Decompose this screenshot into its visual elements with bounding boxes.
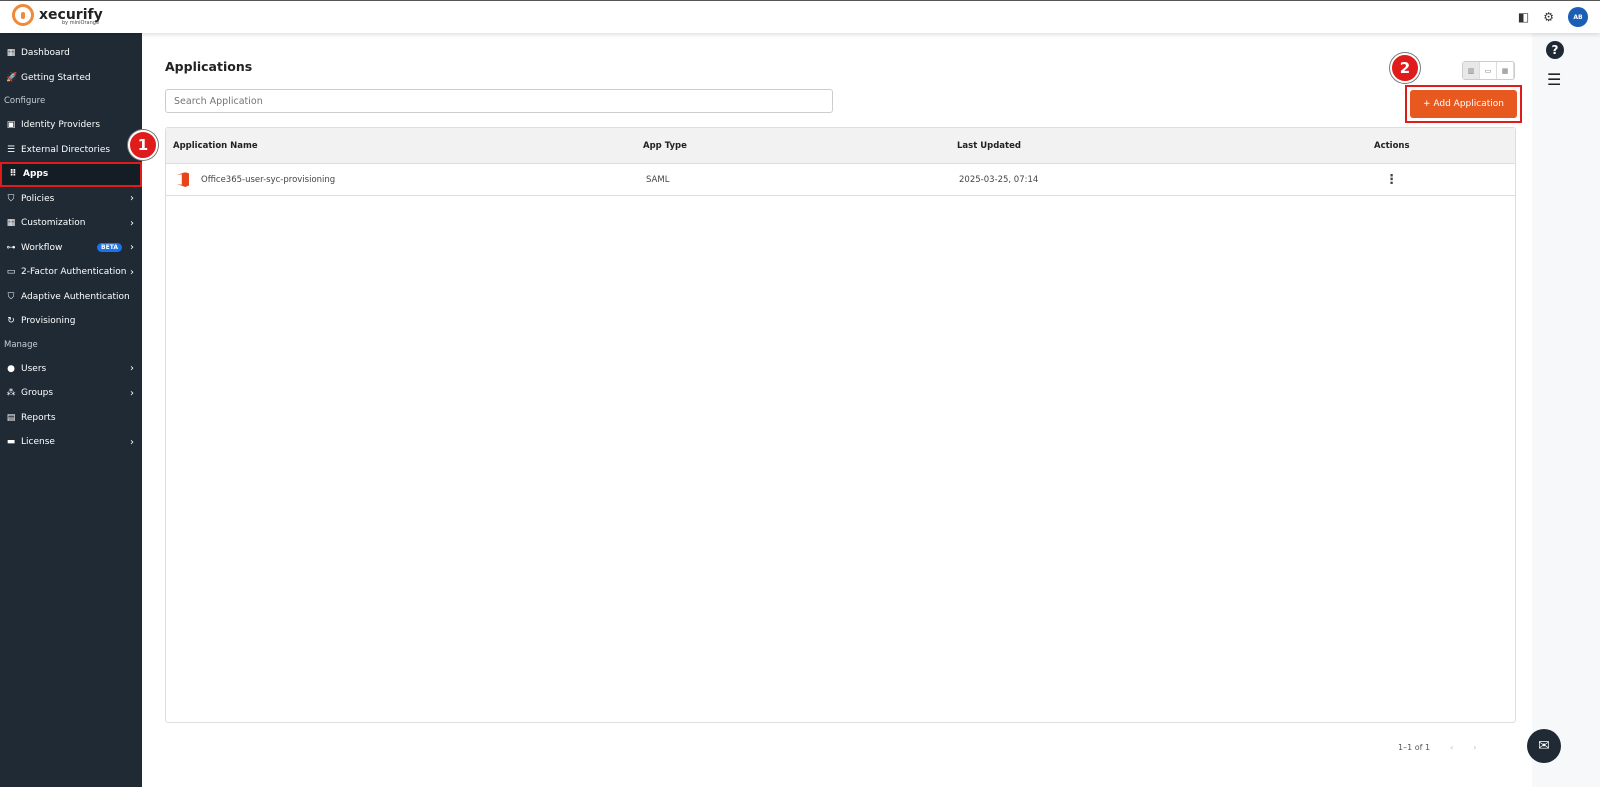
chevron-right-icon: › xyxy=(130,217,134,229)
sidebar-item-identity-providers[interactable]: ▣ Identity Providers xyxy=(0,113,142,138)
customize-icon: ▦ xyxy=(6,218,16,229)
chevron-right-icon: › xyxy=(130,363,134,375)
app-type: SAML xyxy=(646,174,670,185)
sidebar-item-apps[interactable]: ⠿ Apps xyxy=(0,162,142,187)
chevron-right-icon: › xyxy=(130,242,134,254)
groups-icon: ⁂ xyxy=(6,388,16,399)
avatar[interactable]: AB xyxy=(1568,7,1588,27)
sidebar-item-dashboard[interactable]: ▦ Dashboard xyxy=(0,41,142,66)
app-name[interactable]: Office365-user-syc-provisioning xyxy=(201,175,335,185)
table-row[interactable]: Office365-user-syc-provisioning SAML 202… xyxy=(166,164,1515,196)
column-header-name[interactable]: Application Name xyxy=(173,141,258,151)
chevron-right-icon: › xyxy=(130,266,134,278)
view-toggle[interactable]: ▥ ▭ ▦ xyxy=(1462,61,1515,80)
pagination: 1–1 of 1 ‹ › xyxy=(1398,743,1476,752)
sidebar-item-adaptive-auth[interactable]: ⛉ Adaptive Authentication xyxy=(0,285,142,310)
logo-icon xyxy=(12,4,34,26)
workflow-icon: ⊶ xyxy=(6,242,16,253)
top-bar: xecurify by miniOrange ◧ ⚙ AB xyxy=(0,0,1600,33)
idp-icon: ▣ xyxy=(6,120,16,131)
add-application-highlight: + Add Application xyxy=(1405,85,1522,123)
user-icon: ● xyxy=(7,363,15,374)
logo-subtitle: by miniOrange xyxy=(62,20,100,26)
annotation-badge-2: 2 xyxy=(1390,53,1420,83)
rocket-icon: 🚀 xyxy=(6,72,18,83)
mail-chat-button[interactable]: ✉ xyxy=(1527,729,1561,763)
sync-icon: ↻ xyxy=(7,316,15,327)
page-title: Applications xyxy=(165,59,253,74)
2fa-icon: ▭ xyxy=(6,267,16,278)
sidebar-item-2fa[interactable]: ▭ 2-Factor Authentication › xyxy=(0,260,142,285)
mail-icon: ✉ xyxy=(1538,738,1550,754)
sidebar-item-policies[interactable]: ⛉ Policies › xyxy=(0,187,142,212)
view-compact-icon[interactable]: ▥ xyxy=(1463,62,1480,79)
add-application-button[interactable]: + Add Application xyxy=(1410,90,1517,118)
shield-check-icon: ⛉ xyxy=(7,291,15,302)
shield-icon: ⛉ xyxy=(7,193,15,204)
sidebar-item-users[interactable]: ● Users › xyxy=(0,357,142,382)
sidebar-item-external-directories[interactable]: ☰ External Directories xyxy=(0,138,142,163)
main-content: Applications ▥▭▦ 2 + Add Application App… xyxy=(142,33,1532,787)
book-icon[interactable]: ◧ xyxy=(1518,10,1529,24)
gear-icon[interactable]: ⚙ xyxy=(1543,10,1554,24)
hamburger-menu-icon[interactable]: ☰ xyxy=(1547,70,1561,89)
sidebar: ▦ Dashboard 🚀 Getting Started Configure ▣ I… xyxy=(0,33,142,787)
card-icon: ▬ xyxy=(6,437,16,448)
sidebar-item-workflow[interactable]: ⊶ Workflow BETA › xyxy=(0,236,142,261)
prev-page-icon[interactable]: ‹ xyxy=(1450,743,1453,752)
help-icon[interactable]: ? xyxy=(1546,41,1564,59)
view-wide-icon[interactable]: ▦ xyxy=(1497,62,1514,79)
directory-icon: ☰ xyxy=(6,144,16,155)
sidebar-item-provisioning[interactable]: ↻ Provisioning xyxy=(0,309,142,334)
sidebar-item-reports[interactable]: ▤ Reports xyxy=(0,406,142,431)
view-default-icon[interactable]: ▭ xyxy=(1480,62,1497,79)
dashboard-icon: ▦ xyxy=(6,48,16,59)
table-header: Application Name App Type Last Updated A… xyxy=(166,128,1515,164)
chevron-right-icon: › xyxy=(130,387,134,399)
sidebar-item-getting-started[interactable]: 🚀 Getting Started xyxy=(0,66,142,91)
annotation-badge-1: 1 xyxy=(128,130,158,160)
next-page-icon[interactable]: › xyxy=(1473,743,1476,752)
pagination-range: 1–1 of 1 xyxy=(1398,743,1431,752)
column-header-actions: Actions xyxy=(1374,140,1410,151)
clipboard-icon: ▤ xyxy=(6,412,16,423)
chevron-right-icon: › xyxy=(130,436,134,448)
sidebar-item-customization[interactable]: ▦ Customization › xyxy=(0,211,142,236)
grid-icon: ⠿ xyxy=(9,169,17,180)
applications-table: Application Name App Type Last Updated A… xyxy=(165,127,1516,723)
last-updated: 2025-03-25, 07:14 xyxy=(959,174,1039,185)
chevron-right-icon: › xyxy=(130,193,134,205)
sidebar-item-license[interactable]: ▬ License › xyxy=(0,430,142,455)
sidebar-item-groups[interactable]: ⁂ Groups › xyxy=(0,381,142,406)
column-header-type[interactable]: App Type xyxy=(643,141,687,151)
section-manage: Manage xyxy=(4,339,38,350)
beta-badge: BETA xyxy=(97,243,122,253)
office365-icon xyxy=(177,172,189,187)
search-input[interactable] xyxy=(165,89,833,113)
right-rail xyxy=(1532,33,1600,787)
more-actions-icon[interactable]: ⋮ xyxy=(1385,172,1398,187)
column-header-updated[interactable]: Last Updated xyxy=(957,141,1021,151)
section-configure: Configure xyxy=(4,96,46,106)
